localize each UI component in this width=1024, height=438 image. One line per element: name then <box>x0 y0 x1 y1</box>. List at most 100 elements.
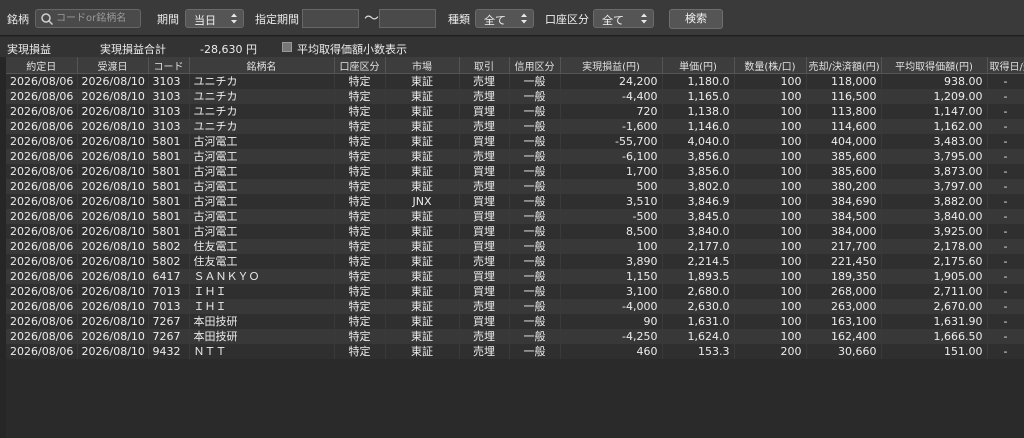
cell-trade-date: 2026/08/06 <box>6 254 78 269</box>
cell-market: 東証 <box>385 224 460 239</box>
cell-avg-acquisition-price: 1,631.90 <box>881 314 988 329</box>
cell-trade-date: 2026/08/06 <box>6 194 78 209</box>
cell-quantity: 100 <box>734 209 807 224</box>
cell-transaction: 買埋 <box>459 164 510 179</box>
cell-code: 7267 <box>148 314 190 329</box>
table-row[interactable]: 2026/08/06 2026/08/10 5801 古河電工 特定 東証 買埋 一般 -500… <box>6 209 1024 224</box>
cell-avg-acquisition-price: 1,209.00 <box>881 89 988 104</box>
cell-settlement-date: 2026/08/10 <box>77 119 149 134</box>
table-row[interactable]: 2026/08/06 2026/08/10 3103 ユニチカ 特定 東証 買埋 一般 720 1… <box>6 104 1024 119</box>
column-header-trade-date[interactable]: 約定日 <box>6 57 78 74</box>
column-header-settlement-date[interactable]: 受渡日 <box>77 57 149 74</box>
cell-settlement-date: 2026/08/10 <box>77 299 149 314</box>
table-row[interactable]: 2026/08/06 2026/08/10 7013 ＩＨＩ 特定 東証 売埋 一般 -4,00… <box>6 299 1024 314</box>
cell-code: 5801 <box>148 179 190 194</box>
cell-quantity: 100 <box>734 179 807 194</box>
brand-search-input[interactable] <box>56 11 138 26</box>
table-row[interactable]: 2026/08/06 2026/08/10 6417 ＳＡＮＫＹＯ 特定 東証 買埋 一般 1,… <box>6 269 1024 284</box>
column-header-settlement-amount[interactable]: 売却/決済額(円) <box>806 57 882 74</box>
cell-settlement-date: 2026/08/10 <box>77 344 149 359</box>
table-row[interactable]: 2026/08/06 2026/08/10 5802 住友電工 特定 東証 売埋 一般 3,89… <box>6 254 1024 269</box>
cell-acquisition-date: - <box>987 299 1024 314</box>
column-header-stock-name[interactable]: 銘柄名 <box>189 57 335 74</box>
cell-margin-type: 一般 <box>509 314 561 329</box>
cell-acquisition-date: - <box>987 329 1024 344</box>
cell-quantity: 100 <box>734 314 807 329</box>
table-row[interactable]: 2026/08/06 2026/08/10 3103 ユニチカ 特定 東証 売埋 一般 -1,6… <box>6 119 1024 134</box>
cell-settlement-date: 2026/08/10 <box>77 314 149 329</box>
account-select[interactable]: 全て <box>593 9 654 28</box>
cell-realized-pl: 1,700 <box>560 164 663 179</box>
cell-market: 東証 <box>385 164 460 179</box>
results-table-container[interactable]: 約定日 受渡日 コード 銘柄名 口座区分 市場 取引 信用区分 実現損益(円) 単価(円) 数量(株… <box>6 57 1024 438</box>
column-header-margin-type[interactable]: 信用区分 <box>509 57 561 74</box>
cell-settlement-date: 2026/08/10 <box>77 104 149 119</box>
column-header-market[interactable]: 市場 <box>385 57 460 74</box>
column-header-code[interactable]: コード <box>148 57 190 74</box>
period-end-input[interactable] <box>379 9 436 28</box>
table-row[interactable]: 2026/08/06 2026/08/10 7013 ＩＨＩ 特定 東証 買埋 一般 3,100… <box>6 284 1024 299</box>
cell-transaction: 買埋 <box>459 284 510 299</box>
table-row[interactable]: 2026/08/06 2026/08/10 5801 古河電工 特定 東証 売埋 一般 500 3… <box>6 179 1024 194</box>
cell-account-type: 特定 <box>334 269 386 284</box>
search-button[interactable]: 検索 <box>669 9 723 29</box>
cell-market: 東証 <box>385 239 460 254</box>
cell-realized-pl: -6,100 <box>560 149 663 164</box>
cell-account-type: 特定 <box>334 254 386 269</box>
table-row[interactable]: 2026/08/06 2026/08/10 5801 古河電工 特定 東証 買埋 一般 1,70… <box>6 164 1024 179</box>
cell-account-type: 特定 <box>334 164 386 179</box>
cell-margin-type: 一般 <box>509 119 561 134</box>
column-header-acquisition-date[interactable]: 取得日/建日 <box>987 57 1024 74</box>
table-row[interactable]: 2026/08/06 2026/08/10 9432 ＮＴＴ 特定 東証 売埋 一般 460 15… <box>6 344 1024 359</box>
cell-unit-price: 3,845.0 <box>662 209 735 224</box>
type-select[interactable]: 全て <box>475 9 534 28</box>
cell-stock-name: 古河電工 <box>189 149 335 164</box>
avg-price-decimal-checkbox[interactable] <box>282 42 292 52</box>
cell-account-type: 特定 <box>334 104 386 119</box>
cell-avg-acquisition-price: 938.00 <box>881 73 988 89</box>
cell-margin-type: 一般 <box>509 329 561 344</box>
column-header-unit-price[interactable]: 単価(円) <box>662 57 735 74</box>
cell-trade-date: 2026/08/06 <box>6 179 78 194</box>
table-row[interactable]: 2026/08/06 2026/08/10 5801 古河電工 特定 JNX 買埋 一般 3,5… <box>6 194 1024 209</box>
cell-code: 7267 <box>148 329 190 344</box>
cell-unit-price: 2,214.5 <box>662 254 735 269</box>
table-row[interactable]: 2026/08/06 2026/08/10 3103 ユニチカ 特定 東証 売埋 一般 24,2… <box>6 73 1024 89</box>
cell-stock-name: 古河電工 <box>189 209 335 224</box>
cell-realized-pl: -55,700 <box>560 134 663 149</box>
cell-account-type: 特定 <box>334 299 386 314</box>
brand-search-box[interactable] <box>35 9 141 28</box>
column-header-transaction[interactable]: 取引 <box>459 57 510 74</box>
period-start-input[interactable] <box>302 9 359 28</box>
table-row[interactable]: 2026/08/06 2026/08/10 7267 本田技研 特定 東証 買埋 一般 90 1,… <box>6 314 1024 329</box>
table-row[interactable]: 2026/08/06 2026/08/10 5801 古河電工 特定 東証 買埋 一般 8,50… <box>6 224 1024 239</box>
table-row[interactable]: 2026/08/06 2026/08/10 5801 古河電工 特定 東証 売埋 一般 -6,1… <box>6 149 1024 164</box>
cell-trade-date: 2026/08/06 <box>6 284 78 299</box>
cell-quantity: 100 <box>734 149 807 164</box>
cell-unit-price: 3,846.9 <box>662 194 735 209</box>
toolbar: 銘柄 期間 当日 指定期間 〜 種類 全て 口座区分 全て 検索 <box>0 0 1024 36</box>
cell-realized-pl: 24,200 <box>560 73 663 89</box>
period-select[interactable]: 当日 <box>185 9 244 28</box>
column-header-quantity[interactable]: 数量(株/口) <box>734 57 807 74</box>
cell-transaction: 買埋 <box>459 209 510 224</box>
column-header-account-type[interactable]: 口座区分 <box>334 57 386 74</box>
cell-acquisition-date: - <box>987 194 1024 209</box>
table-row[interactable]: 2026/08/06 2026/08/10 7267 本田技研 特定 東証 売埋 一般 -4,2… <box>6 329 1024 344</box>
cell-unit-price: 4,040.0 <box>662 134 735 149</box>
cell-settlement-date: 2026/08/10 <box>77 179 149 194</box>
cell-code: 5801 <box>148 134 190 149</box>
cell-stock-name: ユニチカ <box>189 104 335 119</box>
cell-transaction: 売埋 <box>459 179 510 194</box>
cell-settlement-date: 2026/08/10 <box>77 329 149 344</box>
period-label: 期間 <box>157 13 179 26</box>
column-header-realized-pl[interactable]: 実現損益(円) <box>560 57 663 74</box>
table-row[interactable]: 2026/08/06 2026/08/10 5802 住友電工 特定 東証 買埋 一般 100 2… <box>6 239 1024 254</box>
cell-account-type: 特定 <box>334 119 386 134</box>
column-header-avg-acquisition-price[interactable]: 平均取得価額(円) <box>881 57 988 74</box>
cell-transaction: 買埋 <box>459 269 510 284</box>
cell-unit-price: 2,680.0 <box>662 284 735 299</box>
type-label: 種類 <box>448 13 470 26</box>
table-row[interactable]: 2026/08/06 2026/08/10 3103 ユニチカ 特定 東証 売埋 一般 -4,4… <box>6 89 1024 104</box>
table-row[interactable]: 2026/08/06 2026/08/10 5801 古河電工 特定 東証 買埋 一般 -55,… <box>6 134 1024 149</box>
